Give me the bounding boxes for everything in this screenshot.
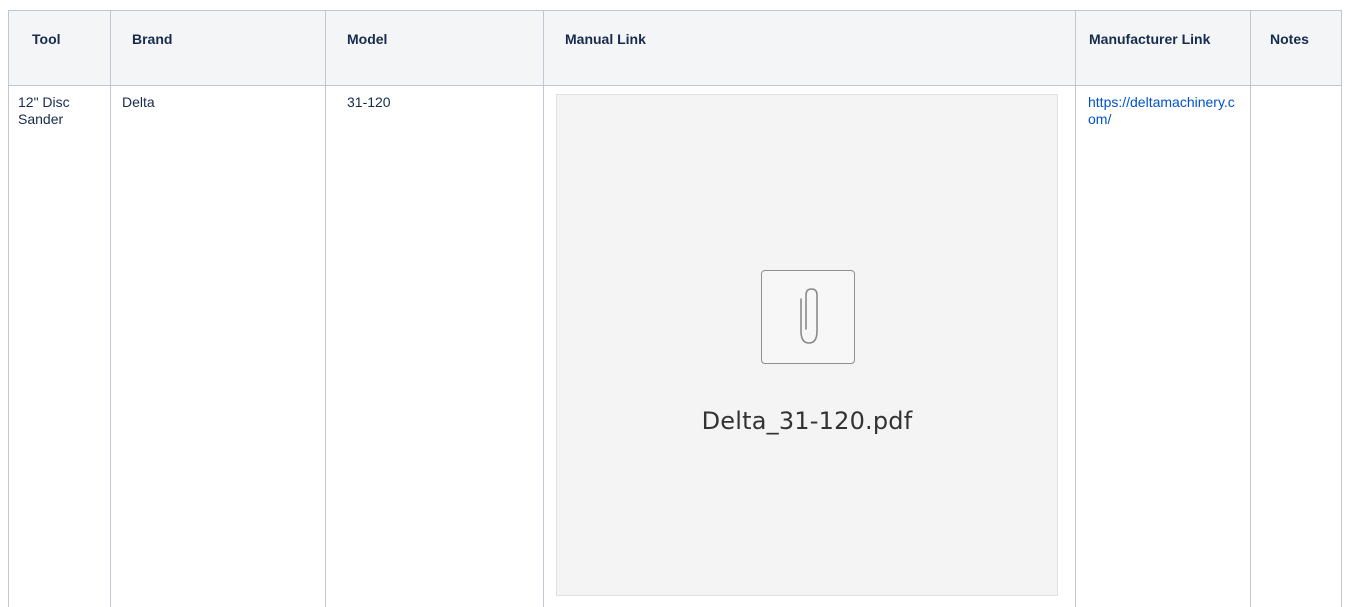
tool-name: 12" Disc Sander (18, 94, 70, 127)
cell-manual-link: Delta_31-120.pdf (543, 85, 1076, 607)
brand-name: Delta (122, 94, 155, 110)
header-notes-label: Notes (1270, 31, 1309, 47)
model-number: 31-120 (347, 94, 391, 110)
paperclip-glyph (800, 288, 818, 344)
header-brand-label: Brand (132, 31, 173, 47)
cell-notes (1250, 85, 1342, 607)
header-model: Model (325, 10, 544, 86)
header-brand: Brand (110, 10, 326, 86)
paperclip-icon (761, 270, 855, 364)
header-tool-label: Tool (32, 31, 61, 47)
table-header-row: Tool Brand Model Manual Link Manufacture… (8, 10, 1342, 86)
attachment-filename: Delta_31-120.pdf (701, 407, 913, 435)
cell-manufacturer-link: https://deltamachinery.com/ (1075, 85, 1251, 607)
header-model-label: Model (347, 31, 388, 47)
tools-table: Tool Brand Model Manual Link Manufacture… (8, 10, 1342, 607)
cell-model: 31-120 (325, 85, 544, 607)
header-manual-link-label: Manual Link (565, 31, 646, 47)
header-manufacturer-link: Manufacturer Link (1075, 10, 1251, 86)
page: Tool Brand Model Manual Link Manufacture… (0, 0, 1348, 607)
notes-text (1251, 86, 1341, 101)
table-row: 12" Disc Sander Delta 31-120 Delta_31-12… (8, 85, 1342, 607)
header-manual-link: Manual Link (543, 10, 1076, 86)
header-manufacturer-link-label: Manufacturer Link (1089, 31, 1211, 47)
cell-tool: 12" Disc Sander (8, 85, 111, 607)
manufacturer-link[interactable]: https://deltamachinery.com/ (1088, 94, 1235, 127)
header-tool: Tool (8, 10, 111, 86)
attachment-preview[interactable]: Delta_31-120.pdf (556, 94, 1058, 596)
cell-brand: Delta (110, 85, 326, 607)
header-notes: Notes (1250, 10, 1342, 86)
